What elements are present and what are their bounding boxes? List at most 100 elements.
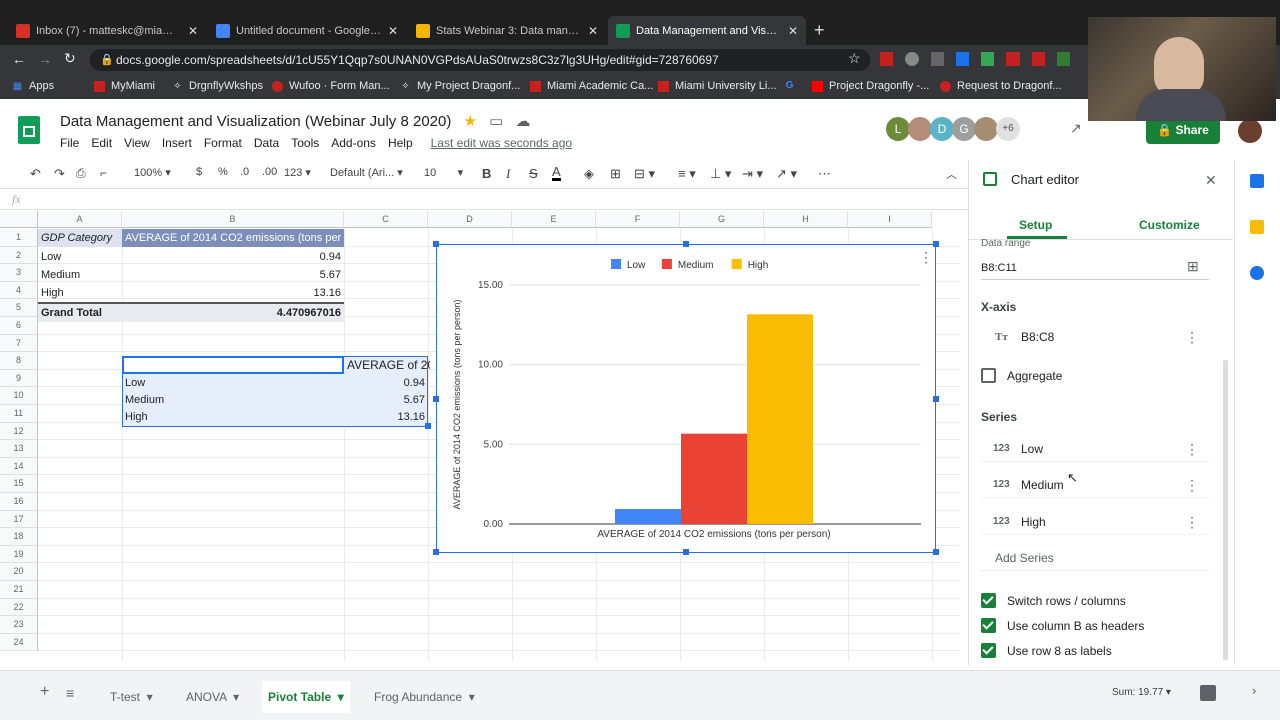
column-header[interactable]: A	[38, 211, 122, 228]
bookmark-project-dragonfly[interactable]: Project Dragonfly -...	[812, 80, 929, 92]
sheet-tab-frog[interactable]: Frog Abundance ▾	[368, 681, 481, 713]
borders-icon[interactable]: ⊞	[610, 166, 621, 182]
menu-help[interactable]: Help	[388, 136, 413, 150]
bookmark-my-project[interactable]: ✧ My Project Dragonf...	[400, 80, 520, 92]
avatar[interactable]: G	[952, 117, 976, 141]
font-size-select[interactable]: 10 ▾	[424, 166, 463, 179]
url-bar[interactable]: 🔒 docs.google.com/spreadsheets/d/1cU55Y1…	[90, 49, 870, 71]
menu-view[interactable]: View	[124, 136, 150, 150]
explore-icon[interactable]	[1200, 685, 1216, 701]
pivot-header-value[interactable]: AVERAGE of 2014 CO2 emissions (tons per …	[122, 229, 344, 247]
row-header[interactable]: 1	[0, 229, 38, 247]
sheet-tab-ttest[interactable]: T-test ▾	[104, 681, 159, 713]
column-header[interactable]: G	[680, 211, 764, 228]
sum-indicator[interactable]: Sum: 19.77 ▾	[1112, 687, 1171, 698]
extension-icon[interactable]	[880, 52, 894, 66]
row-header[interactable]: 24	[0, 633, 38, 652]
labels-checkbox[interactable]	[981, 643, 996, 658]
close-tab-icon[interactable]: ✕	[188, 24, 198, 38]
text-rotation-icon[interactable]: ↗ ▾	[776, 166, 797, 182]
zoom-select[interactable]: 100% ▾	[134, 166, 171, 179]
add-series-button[interactable]: Add Series	[995, 551, 1054, 565]
close-tab-icon[interactable]: ✕	[388, 24, 398, 38]
row-header[interactable]: 12	[0, 422, 38, 441]
font-select[interactable]: Default (Ari... ▾	[330, 166, 403, 179]
move-folder-icon[interactable]: ▭	[489, 113, 503, 130]
close-tab-icon[interactable]: ✕	[588, 24, 598, 38]
last-edit-link[interactable]: Last edit was seconds ago	[431, 136, 572, 150]
bold-icon[interactable]: B	[482, 166, 491, 181]
chart-menu-icon[interactable]: ⋮	[919, 249, 933, 266]
menu-data[interactable]: Data	[254, 136, 279, 150]
copy-row-value[interactable]: 0.94	[344, 375, 428, 392]
close-tab-icon[interactable]: ✕	[788, 24, 798, 38]
print-icon[interactable]: ⎙	[76, 166, 86, 181]
increase-decimal-button[interactable]: .00	[262, 166, 277, 178]
more-toolbar-icon[interactable]: ⋯	[818, 166, 831, 182]
strikethrough-icon[interactable]: S	[529, 166, 538, 181]
resize-handle[interactable]	[933, 241, 939, 247]
bookmark-library[interactable]: Miami University Li...	[658, 80, 776, 92]
row-header[interactable]: 2	[0, 246, 38, 265]
fill-handle[interactable]	[425, 423, 431, 429]
close-editor-icon[interactable]: ✕	[1205, 172, 1217, 189]
column-header[interactable]: E	[512, 211, 596, 228]
row-header[interactable]: 3	[0, 264, 38, 282]
browser-tab-docs[interactable]: Untitled document - Google Do ✕	[208, 16, 406, 45]
bookmark-academic[interactable]: Miami Academic Ca...	[530, 80, 653, 92]
column-header[interactable]: I	[848, 211, 932, 228]
collapse-menus-icon[interactable]: ︿	[946, 166, 957, 182]
bookmark-apps[interactable]: ▦ Apps	[12, 80, 54, 92]
more-options-icon[interactable]: ⋮	[1185, 330, 1199, 344]
doc-title[interactable]: Data Management and Visualization (Webin…	[60, 112, 531, 130]
sheet-tab-pivot[interactable]: Pivot Table ▾	[262, 681, 350, 713]
row-header[interactable]: 11	[0, 405, 38, 423]
xaxis-row[interactable]: Tт B8:C8 ⋮	[981, 324, 1209, 350]
avatar[interactable]: D	[930, 117, 954, 141]
row-header[interactable]: 18	[0, 528, 38, 546]
series-item-low[interactable]: 123 Low ⋮	[981, 436, 1209, 462]
extension-icon[interactable]	[955, 52, 969, 66]
bookmark-wufoo[interactable]: Wufoo · Form Man...	[272, 80, 390, 92]
extension-icon[interactable]	[930, 52, 944, 66]
aggregate-checkbox[interactable]	[981, 368, 996, 383]
resize-handle[interactable]	[933, 396, 939, 402]
bookmark-star-icon[interactable]: ☆	[848, 50, 861, 67]
row-header[interactable]: 19	[0, 545, 38, 564]
activity-trend-icon[interactable]: ↗	[1070, 120, 1082, 137]
row-header[interactable]: 21	[0, 581, 38, 599]
forward-icon[interactable]: →	[38, 51, 52, 67]
row-header[interactable]: 6	[0, 317, 38, 335]
more-options-icon[interactable]: ⋮	[1185, 442, 1199, 456]
percent-button[interactable]: %	[218, 166, 228, 178]
paint-format-icon[interactable]: ⌐	[100, 166, 107, 180]
resize-handle[interactable]	[933, 549, 939, 555]
add-sheet-icon[interactable]: +	[40, 683, 49, 701]
column-header[interactable]: F	[596, 211, 680, 228]
more-collaborators-badge[interactable]: +6	[996, 117, 1020, 141]
headers-checkbox[interactable]	[981, 618, 996, 633]
resize-handle[interactable]	[433, 396, 439, 402]
tasks-icon[interactable]	[1250, 266, 1264, 280]
calendar-icon[interactable]	[1250, 174, 1264, 188]
text-wrap-icon[interactable]: ⇥ ▾	[742, 166, 763, 182]
series-item-high[interactable]: 123 High ⋮	[981, 509, 1209, 535]
row-header[interactable]: 15	[0, 475, 38, 493]
all-sheets-icon[interactable]: ≡	[66, 685, 74, 701]
resize-handle[interactable]	[683, 549, 689, 555]
sheet-tab-anova[interactable]: ANOVA ▾	[180, 681, 245, 713]
copy-row-label[interactable]: High	[122, 409, 344, 426]
pivot-row-label[interactable]: High	[38, 285, 122, 302]
select-all-corner[interactable]	[0, 211, 38, 228]
data-range-input[interactable]: B8:C11 ⊞	[981, 256, 1209, 280]
bookmark-google[interactable]: G	[784, 80, 801, 91]
avatar[interactable]: L	[886, 117, 910, 141]
pivot-header-category[interactable]: GDP Category	[38, 229, 122, 247]
resize-handle[interactable]	[433, 241, 439, 247]
copy-header-value[interactable]: AVERAGE of 20	[344, 356, 430, 374]
row-header[interactable]: 5	[0, 299, 38, 317]
row-header[interactable]: 22	[0, 598, 38, 617]
reload-icon[interactable]: ↻	[64, 50, 76, 67]
menu-format[interactable]: Format	[204, 136, 242, 150]
resize-handle[interactable]	[683, 241, 689, 247]
